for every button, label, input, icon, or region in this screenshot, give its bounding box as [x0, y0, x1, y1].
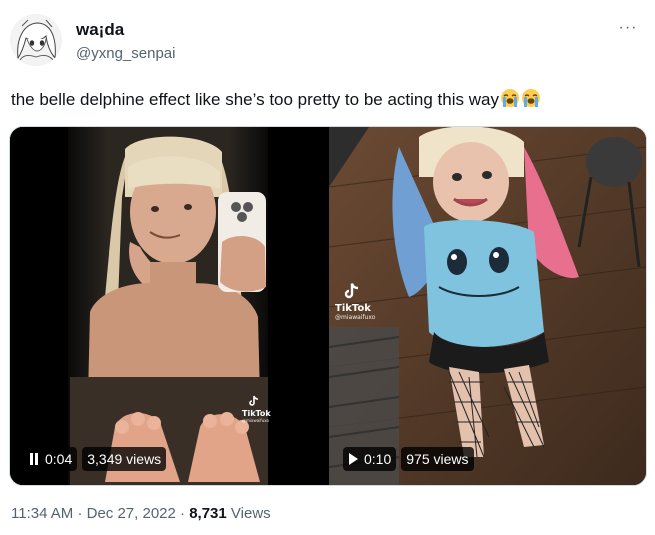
user-handle[interactable]: @yxng_senpai [76, 45, 175, 62]
tiktok-logo-icon [344, 283, 359, 299]
tweet-date[interactable]: Dec 27, 2022 [87, 505, 176, 522]
playback-time-chip[interactable]: 0:10 [343, 447, 397, 471]
tiktok-username: @miawaifuxo [335, 314, 376, 321]
views-label: Views [230, 505, 271, 522]
avatar-image [10, 14, 62, 66]
video-thumbnail-2 [329, 127, 646, 485]
playback-time: 0:10 [364, 451, 392, 467]
video-thumbnail-1 [10, 127, 326, 485]
tiktok-watermark: TikTok @miawaifuxo [242, 395, 271, 423]
playback-time-chip[interactable]: 0:04 [24, 447, 78, 471]
separator-dot: · [77, 505, 87, 522]
playback-time: 0:04 [45, 451, 73, 467]
tiktok-logo-icon [249, 395, 259, 406]
tiktok-username: @miawaifuxo [242, 418, 269, 423]
tweet-meta: 11:34 AM · Dec 27, 2022 · 8,731 Views [11, 505, 271, 522]
tiktok-watermark: TikTok @miawaifuxo [335, 282, 375, 321]
loudly-crying-face-emoji [500, 89, 519, 107]
tiktok-brand: TikTok [242, 409, 271, 418]
views-count: 8,731 [189, 505, 227, 522]
video-player-1[interactable]: TikTok @miawaifuxo 0:04 3,349 views [10, 127, 326, 485]
tweet-text: the belle delphine effect like she’s too… [11, 88, 541, 110]
video-player-2[interactable]: TikTok @miawaifuxo 0:10 975 views [329, 127, 646, 485]
pause-icon [30, 453, 38, 465]
media-grid: TikTok @miawaifuxo 0:04 3,349 views TikT… [9, 126, 647, 486]
more-icon: ··· [618, 19, 638, 36]
tweet-text-content: the belle delphine effect like she’s too… [11, 90, 499, 109]
separator-dot: · [180, 505, 190, 522]
more-options-button[interactable]: ··· [615, 18, 641, 38]
loudly-crying-face-emoji [521, 89, 540, 107]
view-count-chip: 3,349 views [82, 447, 167, 471]
video-controls-2: 0:10 975 views [343, 447, 474, 471]
view-count-chip: 975 views [401, 447, 474, 471]
view-count: 3,349 views [87, 451, 162, 467]
tiktok-brand: TikTok [335, 303, 371, 314]
tweet-time[interactable]: 11:34 AM [11, 505, 73, 522]
avatar[interactable] [10, 14, 62, 66]
play-icon [349, 453, 358, 465]
display-name[interactable]: wa¡da [76, 20, 124, 40]
view-count: 975 views [406, 451, 469, 467]
video-controls-1: 0:04 3,349 views [24, 447, 167, 471]
